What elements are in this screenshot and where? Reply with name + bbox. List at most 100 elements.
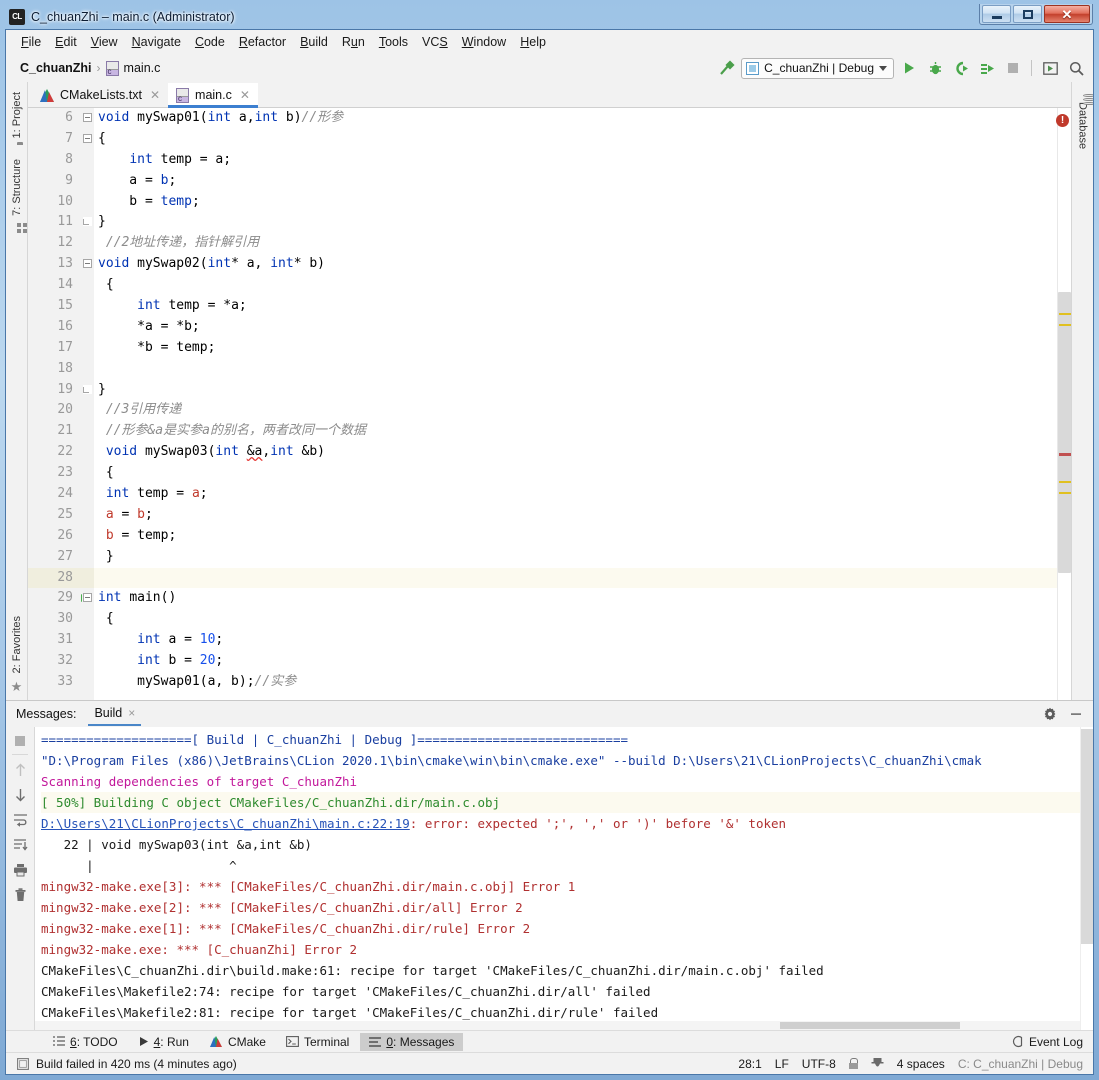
tool-window-todo[interactable]: 6: TODO [44,1033,127,1051]
tool-window-run[interactable]: 4: Run [129,1033,198,1051]
error-count-badge[interactable]: ! [1056,114,1069,127]
output-text: | ^ [41,858,237,873]
code-editor[interactable]: 6 7 8 9 10 11 12 13 14 15 16 17 18 19 20 21 22 23 24 25 26 27… [28,108,1071,700]
fold-collapse-icon[interactable] [83,259,92,269]
indent-setting[interactable]: 4 spaces [897,1057,945,1071]
line-separator[interactable]: LF [775,1057,789,1071]
close-icon[interactable]: ✕ [240,88,250,102]
cmake-profile[interactable]: C: C_chuanZhi | Debug [958,1057,1083,1071]
menu-vcs[interactable]: VCS [415,32,455,52]
menu-run[interactable]: Run [335,32,372,52]
soft-wrap-icon[interactable] [12,812,28,828]
menu-code[interactable]: Code [188,32,232,52]
output-line: CMakeFiles\Makefile2:81: recipe for targ… [41,1002,1080,1023]
code-text-area[interactable]: void mySwap01(int a,int b)//形参{ int temp… [94,108,1057,700]
fold-cell[interactable] [82,129,94,150]
code-token: b = [160,653,200,669]
minimize-icon[interactable] [1065,703,1087,725]
attach-to-process-icon[interactable] [976,57,998,79]
fold-collapse-icon[interactable] [83,593,92,603]
messages-tab-build[interactable]: Build × [88,703,142,726]
line-number: 31 [57,632,73,648]
trash-icon[interactable] [12,887,28,903]
tool-window-messages[interactable]: 0: Messages [360,1032,464,1051]
line-number: 13 [57,256,73,272]
run-with-coverage-icon[interactable] [950,57,972,79]
sidebar-item-database-label: Database [1076,102,1089,150]
code-token: { [98,130,106,146]
menu-help[interactable]: Help [513,32,553,52]
print-icon[interactable] [12,862,28,878]
output-horizontal-scrollbar[interactable] [35,1021,1080,1030]
code-token: int [207,110,232,125]
build-status-icon [16,1057,29,1070]
close-icon[interactable]: ✕ [150,88,160,102]
error-marker[interactable] [1059,453,1071,456]
editor-marker-bar[interactable]: ! [1056,108,1071,700]
fold-end-icon[interactable] [83,384,92,394]
fold-collapse-icon[interactable] [83,133,92,143]
sidebar-item-database[interactable]: Database [1074,98,1092,153]
todo-icon [53,1036,65,1047]
hector-inspection-icon[interactable] [871,1057,884,1070]
line-number: 21 [57,423,73,439]
build-hammer-icon[interactable] [715,57,737,79]
tool-window-run-label: 4: Run [153,1034,189,1049]
update-icon[interactable] [1039,57,1061,79]
down-arrow-icon[interactable] [12,787,28,803]
fold-cell [82,672,94,693]
menu-navigate[interactable]: Navigate [125,32,188,52]
gear-icon[interactable] [1039,703,1061,725]
warning-marker[interactable] [1059,481,1071,483]
warning-marker[interactable] [1059,324,1071,326]
menu-build[interactable]: Build [293,32,335,52]
fold-cell[interactable] [82,212,94,233]
scroll-to-end-icon[interactable] [12,837,28,853]
menu-file[interactable]: File [14,32,48,52]
menu-view[interactable]: View [84,32,125,52]
c-file-icon [105,60,119,76]
lock-icon[interactable] [848,1058,858,1069]
fold-collapse-icon[interactable] [83,113,92,122]
fold-cell[interactable] [82,380,94,401]
output-vertical-scrollbar[interactable] [1080,727,1093,1030]
editor-tab-cmakelists[interactable]: CMakeLists.txt ✕ [32,83,168,107]
breadcrumb-project[interactable]: C_chuanZhi [20,61,92,75]
up-arrow-icon[interactable] [12,762,28,778]
code-token: temp = *a; [160,298,247,314]
file-encoding[interactable]: UTF-8 [802,1057,836,1071]
warning-marker[interactable] [1059,492,1071,494]
menu-tools[interactable]: Tools [372,32,415,52]
editor-tab-mainc[interactable]: main.c ✕ [168,83,258,108]
code-folding-gutter[interactable] [82,108,94,700]
run-configuration-selector[interactable]: C_chuanZhi | Debug [741,57,894,79]
run-icon[interactable] [898,57,920,79]
error-file-link[interactable]: D:\Users\21\CLionProjects\C_chuanZhi\mai… [41,816,410,831]
fold-cell[interactable] [82,108,94,129]
tool-window-cmake[interactable]: CMake [200,1033,275,1051]
event-log-label[interactable]: Event Log [1029,1035,1083,1049]
maximize-button[interactable] [1013,5,1042,23]
editor-scrollbar-thumb[interactable] [1058,292,1071,573]
caret-position[interactable]: 28:1 [738,1057,761,1071]
debug-icon[interactable] [924,57,946,79]
menu-refactor[interactable]: Refactor [232,32,293,52]
menu-window[interactable]: Window [455,32,513,52]
close-icon[interactable]: × [128,706,135,720]
minimize-button[interactable] [982,5,1011,23]
breadcrumb-file[interactable]: main.c [124,61,161,75]
fold-cell[interactable] [82,588,94,609]
sidebar-item-project[interactable]: 1: Project [8,88,26,142]
build-output[interactable]: ====================[ Build | C_chuanZhi… [35,727,1080,1030]
fold-cell[interactable] [82,254,94,275]
menu-edit[interactable]: Edit [48,32,84,52]
search-everywhere-icon[interactable] [1065,57,1087,79]
sidebar-item-structure[interactable]: 7: Structure [8,155,26,220]
warning-marker[interactable] [1059,313,1071,315]
close-button[interactable]: ✕ [1044,5,1090,23]
sidebar-item-favorites[interactable]: 2: Favorites [8,612,26,677]
tool-window-terminal[interactable]: Terminal [277,1033,358,1051]
output-line: CMakeFiles\Makefile2:74: recipe for targ… [41,981,1080,1002]
fold-end-icon[interactable] [83,217,92,227]
